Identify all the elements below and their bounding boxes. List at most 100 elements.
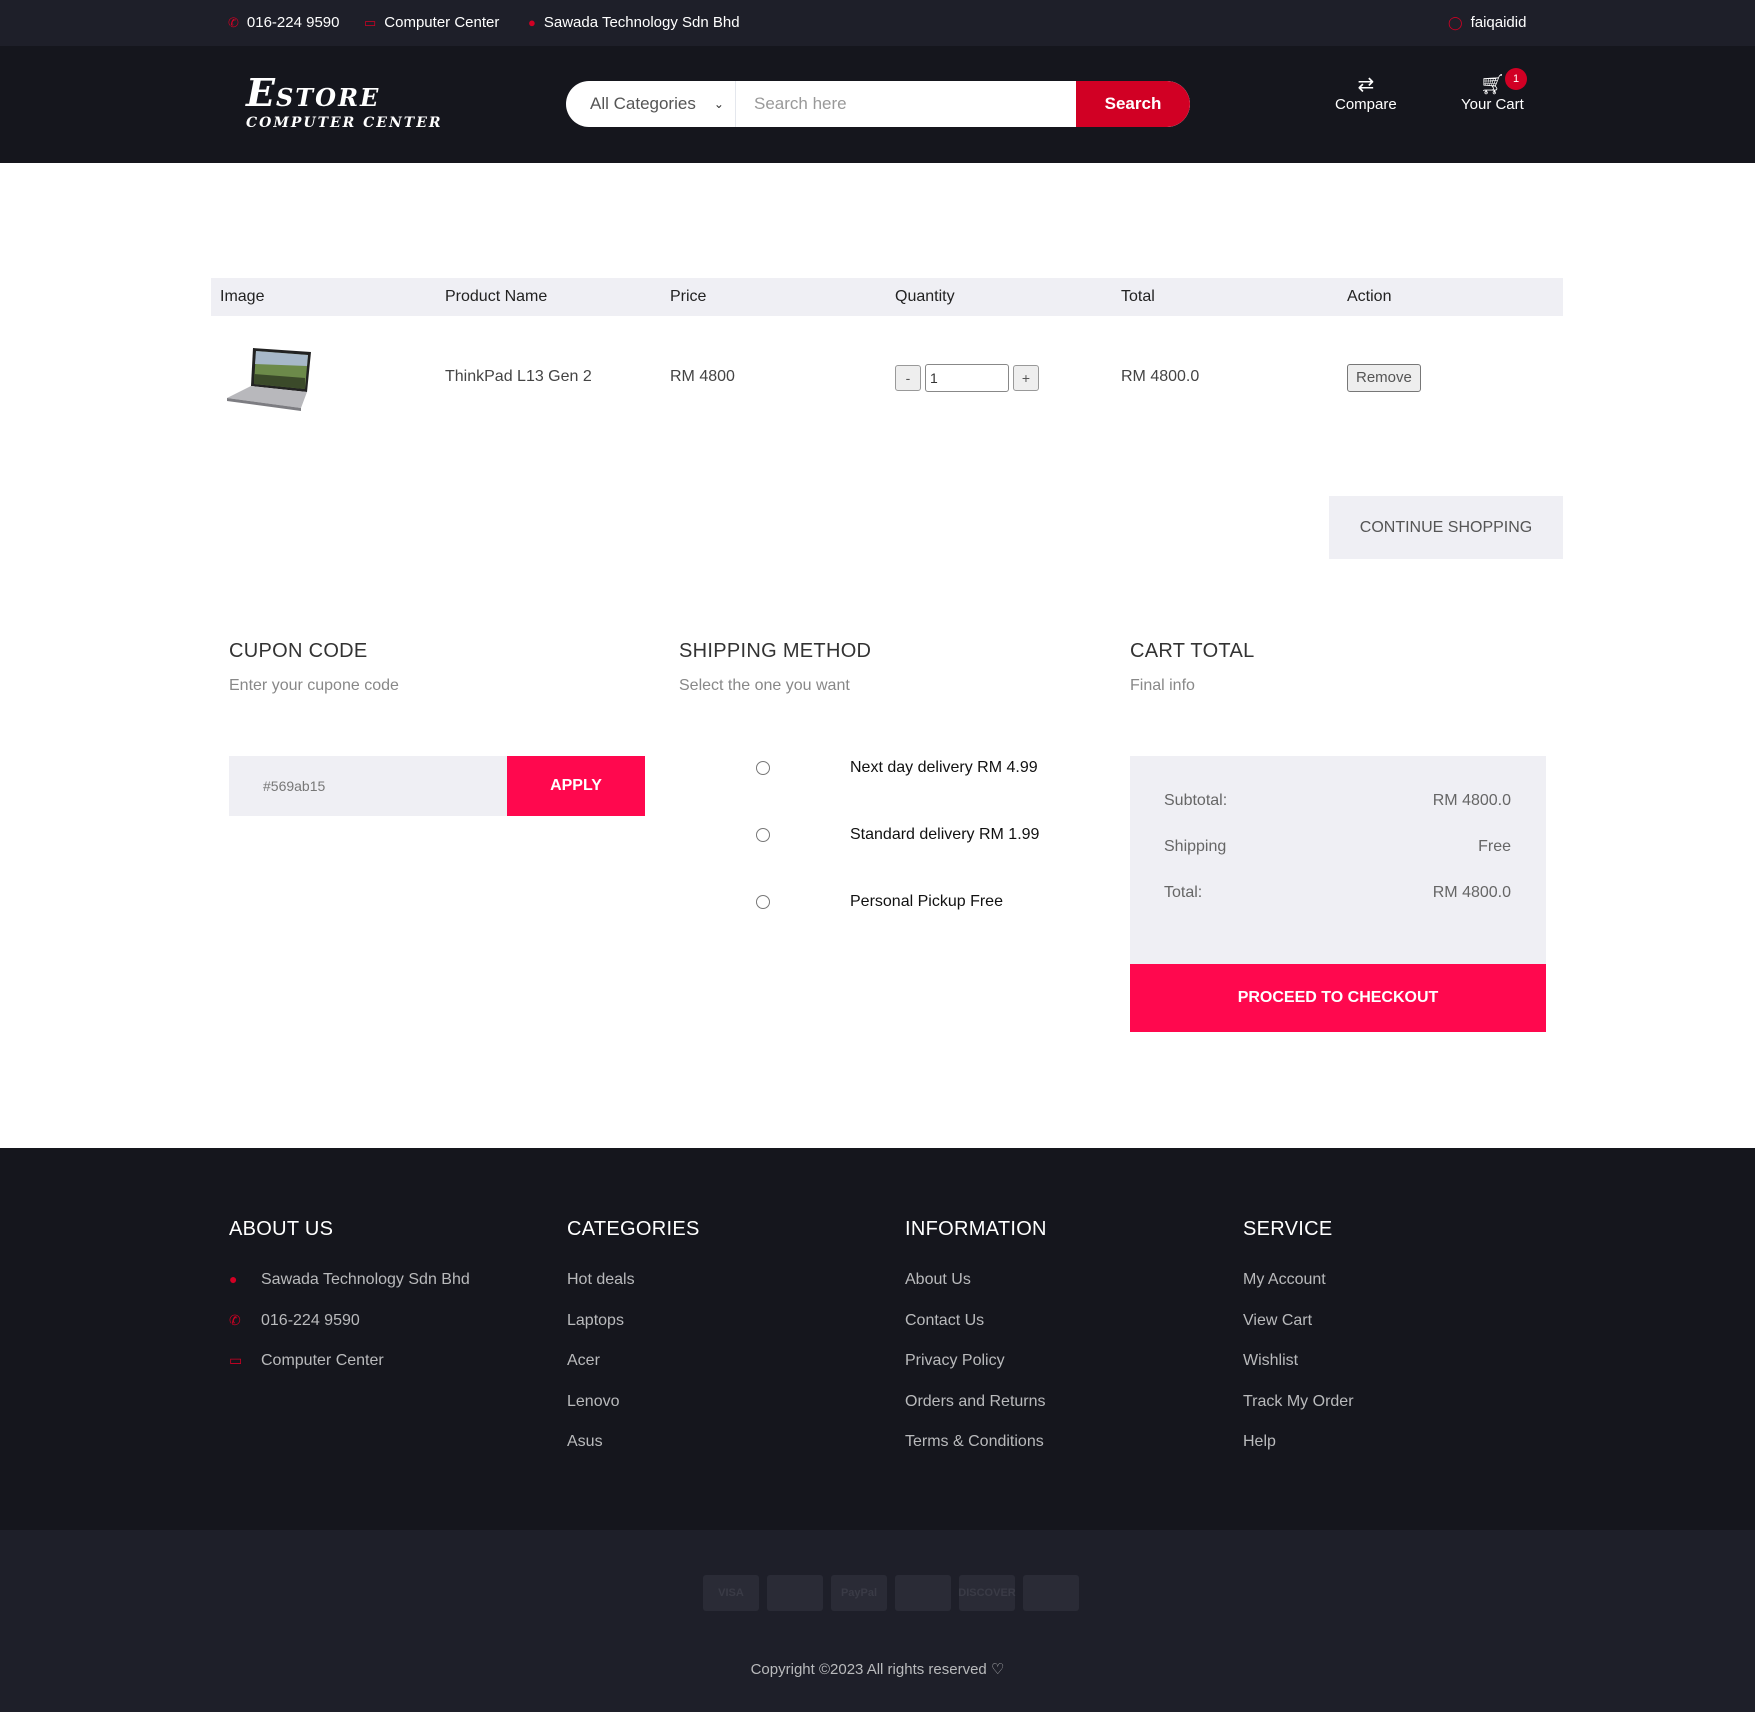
subtotal-label: Subtotal: (1164, 792, 1228, 809)
topbar-store-text: Computer Center (384, 14, 500, 31)
cart-total-title: CART TOTAL (1130, 640, 1255, 662)
footer-link[interactable]: Help (1243, 1433, 1354, 1474)
footer-categories: CATEGORIES Hot deals Laptops Acer Lenovo… (567, 1218, 700, 1474)
radio-button[interactable] (756, 761, 770, 775)
footer-link[interactable]: Wishlist (1243, 1352, 1354, 1393)
footer-address-text: Sawada Technology Sdn Bhd (261, 1271, 470, 1288)
laptop-icon: ▭ (364, 14, 377, 30)
topbar-company-text: Sawada Technology Sdn Bhd (543, 14, 740, 31)
visa-card-icon: VISA (703, 1575, 759, 1611)
copyright: Copyright ©2023 All rights reserved ♡ (0, 1660, 1755, 1678)
footer-categories-title: CATEGORIES (567, 1218, 700, 1240)
footer-link[interactable]: Contact Us (905, 1312, 1047, 1353)
cart-total-subtitle: Final info (1130, 677, 1195, 694)
search-button[interactable]: Search (1076, 81, 1190, 127)
search-form: All Categories ⌄ Search (566, 81, 1190, 127)
topbar-location[interactable]: ● Sawada Technology Sdn Bhd (528, 14, 740, 31)
category-select-value: All Categories (590, 94, 696, 113)
footer-link[interactable]: My Account (1243, 1271, 1354, 1312)
exchange-icon: ⇄ (1357, 74, 1375, 96)
product-total: RM 4800.0 (1121, 368, 1200, 385)
product-price: RM 4800 (670, 368, 735, 385)
cart-count-badge: 1 (1505, 68, 1527, 90)
payment-methods: VISA PayPal DISCOVER (703, 1575, 1079, 1611)
column-header-action: Action (1347, 288, 1392, 305)
coupon-title: CUPON CODE (229, 640, 368, 662)
shipping-option-pickup[interactable]: Personal Pickup Free (756, 891, 1086, 915)
chevron-down-icon: ⌄ (713, 97, 724, 111)
subtotal-row: Subtotal: RM 4800.0 (1164, 792, 1511, 810)
quantity-decrease-button[interactable]: - (895, 365, 921, 391)
footer-link[interactable]: Hot deals (567, 1271, 700, 1312)
topbar-phone-text: 016-224 9590 (246, 14, 340, 31)
coupon-input[interactable]: #569ab15 (229, 756, 507, 816)
footer-link[interactable]: Acer (567, 1352, 700, 1393)
radio-button[interactable] (756, 895, 770, 909)
footer-store[interactable]: ▭ Computer Center (229, 1352, 470, 1393)
logo-letter: E (246, 70, 276, 115)
topbar-username: faiqaidid (1470, 14, 1527, 31)
cart-table-header: Image Product Name Price Quantity Total … (211, 278, 1563, 316)
footer-link[interactable]: View Cart (1243, 1312, 1354, 1353)
proceed-to-checkout-button[interactable]: PROCEED TO CHECKOUT (1130, 964, 1546, 1032)
top-bar: ✆ 016-224 9590 ▭ Computer Center ● Sawad… (0, 0, 1755, 46)
footer-link[interactable]: About Us (905, 1271, 1047, 1312)
topbar-phone[interactable]: ✆ 016-224 9590 (228, 14, 340, 31)
cart-link[interactable]: 🛒︎ Your Cart 1 (1461, 68, 1527, 113)
quantity-stepper: - 1 + (895, 364, 1039, 392)
footer-service-title: SERVICE (1243, 1218, 1333, 1240)
shipping-option-label: Personal Pickup Free (850, 893, 1003, 910)
map-marker-icon: ● (229, 1271, 238, 1287)
phone-icon: ✆ (228, 14, 239, 30)
subtotal-value: RM 4800.0 (1432, 792, 1511, 809)
radio-button[interactable] (756, 828, 770, 842)
footer-address[interactable]: ● Sawada Technology Sdn Bhd (229, 1271, 470, 1312)
footer-link[interactable]: Track My Order (1243, 1393, 1354, 1434)
footer-link[interactable]: Privacy Policy (905, 1352, 1047, 1393)
remove-button[interactable]: Remove (1347, 364, 1421, 392)
footer-information-title: INFORMATION (905, 1218, 1047, 1240)
apply-coupon-button[interactable]: APPLY (507, 756, 645, 816)
shipping-label: Shipping (1164, 838, 1227, 855)
footer-link[interactable]: Laptops (567, 1312, 700, 1353)
topbar-store[interactable]: ▭ Computer Center (364, 14, 499, 31)
column-header-price: Price (670, 288, 707, 305)
store-logo[interactable]: ESTORE COMPUTER CENTER (246, 74, 443, 132)
footer-link[interactable]: Lenovo (567, 1393, 700, 1434)
footer-link[interactable]: Orders and Returns (905, 1393, 1047, 1434)
column-header-image: Image (220, 288, 265, 305)
phone-icon: ✆ (229, 1311, 241, 1328)
quantity-increase-button[interactable]: + (1013, 365, 1039, 391)
product-image (227, 348, 311, 411)
search-input[interactable] (736, 81, 1076, 127)
column-header-quantity: Quantity (895, 288, 955, 305)
shipping-option-label: Standard delivery RM 1.99 (850, 826, 1040, 843)
logo-subtitle: COMPUTER CENTER (246, 115, 443, 131)
shipping-option-label: Next day delivery RM 4.99 (850, 759, 1038, 776)
continue-shopping-button[interactable]: CONTINUE SHOPPING (1329, 496, 1563, 559)
bottom-footer: VISA PayPal DISCOVER Copyright ©2023 All… (0, 1530, 1755, 1712)
footer-service: SERVICE My Account View Cart Wishlist Tr… (1243, 1218, 1354, 1474)
compare-link[interactable]: ⇄ Compare (1335, 74, 1397, 113)
mastercard-icon (895, 1575, 951, 1611)
footer: ABOUT US ● Sawada Technology Sdn Bhd ✆ 016… (0, 1148, 1755, 1530)
footer-link[interactable]: Asus (567, 1433, 700, 1474)
footer-phone[interactable]: ✆ 016-224 9590 (229, 1312, 470, 1353)
category-select[interactable]: All Categories ⌄ (566, 81, 736, 127)
footer-information: INFORMATION About Us Contact Us Privacy … (905, 1218, 1047, 1474)
user-icon: ◯ (1448, 14, 1463, 30)
credit-card-icon (767, 1575, 823, 1611)
topbar-account[interactable]: ◯ faiqaidid (1448, 14, 1526, 31)
shipping-option-standard[interactable]: Standard delivery RM 1.99 (756, 824, 1086, 848)
footer-link[interactable]: Terms & Conditions (905, 1433, 1047, 1474)
shipping-option-next-day[interactable]: Next day delivery RM 4.99 (756, 757, 1086, 781)
column-header-total: Total (1121, 288, 1155, 305)
compare-label: Compare (1335, 96, 1397, 113)
footer-store-text: Computer Center (261, 1352, 384, 1369)
quantity-input[interactable]: 1 (925, 364, 1009, 392)
total-row: Total: RM 4800.0 (1164, 884, 1511, 902)
shipping-subtitle: Select the one you want (679, 677, 850, 694)
product-name[interactable]: ThinkPad L13 Gen 2 (445, 368, 592, 386)
cart-label: Your Cart (1461, 96, 1524, 113)
total-label: Total: (1164, 884, 1203, 901)
